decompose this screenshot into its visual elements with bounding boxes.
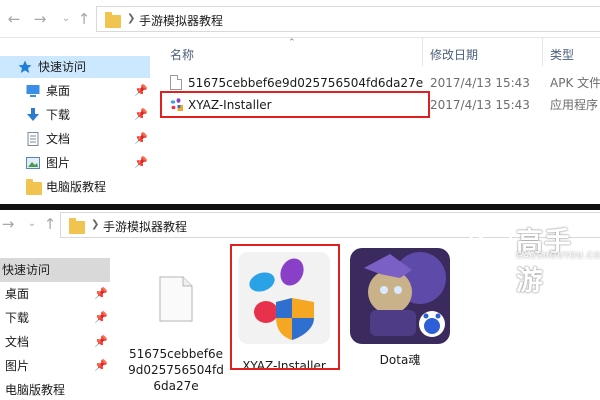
file-tile[interactable]: 51675cebbef6e9d025756504fd6da27e bbox=[128, 248, 224, 400]
file-list: ⌃ 名称 修改日期 类型 51675cebbef6e9d025756504fd6… bbox=[160, 38, 600, 208]
top-explorer-window: ← → ⌄ ↑ ❯ 手游模拟器教程 快速访问 桌面 📌 下载 📌 文档 📌 图片… bbox=[0, 0, 600, 208]
column-divider[interactable] bbox=[542, 38, 543, 66]
address-box[interactable]: ❯ 手游模拟器教程 bbox=[96, 6, 600, 32]
picture-icon bbox=[26, 157, 40, 169]
forward-arrow-icon[interactable]: → bbox=[0, 213, 18, 235]
file-icon bbox=[159, 276, 193, 322]
file-date: 2017/4/13 15:43 bbox=[430, 76, 530, 90]
file-type: 应用程序 bbox=[550, 98, 599, 112]
breadcrumb-item[interactable]: 手游模拟器教程 bbox=[139, 12, 223, 29]
highlight-box bbox=[230, 244, 340, 370]
sidebar-item-documents[interactable]: 文档 📌 bbox=[0, 330, 110, 354]
history-chevron-icon[interactable]: ⌄ bbox=[22, 213, 42, 235]
sidebar-item-pictures[interactable]: 图片 📌 bbox=[0, 152, 150, 174]
game-icon bbox=[350, 248, 450, 344]
file-date: 2017/4/13 15:43 bbox=[430, 98, 530, 112]
sidebar-item-pictures[interactable]: 图片 📌 bbox=[0, 354, 110, 378]
column-header-name[interactable]: 名称 bbox=[170, 46, 194, 63]
file-type: APK 文件 bbox=[550, 76, 600, 90]
download-icon bbox=[27, 108, 39, 121]
forward-arrow-icon[interactable]: → bbox=[30, 8, 50, 30]
pin-icon[interactable]: 📌 bbox=[94, 354, 108, 378]
pin-icon[interactable]: 📌 bbox=[94, 282, 108, 306]
column-divider[interactable] bbox=[422, 38, 423, 66]
up-arrow-icon[interactable]: ↑ bbox=[74, 8, 94, 30]
sidebar-item-pc-tutorials[interactable]: 电脑版教程 bbox=[0, 378, 110, 400]
pin-icon[interactable]: 📌 bbox=[94, 306, 108, 330]
bottom-navigation-pane: 快速访问 桌面 📌 下载 📌 文档 📌 图片 📌 电脑版教程 bbox=[0, 256, 110, 400]
back-arrow-icon[interactable]: ← bbox=[4, 8, 24, 30]
logo-icon bbox=[470, 220, 512, 262]
up-arrow-icon[interactable]: ↑ bbox=[40, 213, 60, 235]
breadcrumb-item[interactable]: 手游模拟器教程 bbox=[103, 218, 187, 235]
sidebar-item-desktop[interactable]: 桌面 📌 bbox=[0, 80, 150, 102]
folder-icon bbox=[69, 218, 85, 234]
file-tile[interactable]: Dota魂 bbox=[346, 248, 454, 398]
column-header-date[interactable]: 修改日期 bbox=[430, 46, 478, 63]
sidebar-item-downloads[interactable]: 下载 📌 bbox=[0, 104, 150, 126]
tile-label: Dota魂 bbox=[379, 353, 421, 367]
pin-icon[interactable]: 📌 bbox=[134, 128, 148, 150]
tile-label: 51675cebbef6e9d025756504fd6da27e bbox=[128, 347, 224, 393]
bottom-explorer-window: → ⌄ ↑ ❯ 手游模拟器教程 高手游 GAOSHOUYOU.COM 快速访问 … bbox=[0, 210, 600, 400]
sidebar-item-downloads[interactable]: 下载 📌 bbox=[0, 306, 110, 330]
pin-icon[interactable]: 📌 bbox=[94, 330, 108, 354]
desktop-icon bbox=[26, 85, 40, 97]
folder-icon bbox=[26, 179, 42, 195]
star-icon bbox=[18, 60, 32, 73]
top-address-bar: ← → ⌄ ↑ ❯ 手游模拟器教程 bbox=[0, 0, 600, 38]
top-navigation-pane: 快速访问 桌面 📌 下载 📌 文档 📌 图片 📌 电脑版教程 bbox=[0, 38, 150, 208]
pin-icon[interactable]: 📌 bbox=[134, 104, 148, 126]
pin-icon[interactable]: 📌 bbox=[134, 80, 148, 102]
sort-ascending-icon: ⌃ bbox=[288, 38, 296, 48]
sidebar-item-documents[interactable]: 文档 📌 bbox=[0, 128, 150, 150]
column-header-type[interactable]: 类型 bbox=[550, 46, 574, 63]
breadcrumb-separator-icon: ❯ bbox=[91, 219, 100, 230]
pin-icon[interactable]: 📌 bbox=[134, 152, 148, 174]
sidebar-item-pc-tutorials[interactable]: 电脑版教程 bbox=[0, 176, 150, 198]
highlight-box bbox=[160, 91, 430, 118]
file-icon bbox=[170, 75, 182, 90]
sidebar-item-quick-access[interactable]: 快速访问 bbox=[0, 258, 110, 282]
breadcrumb-separator-icon: ❯ bbox=[127, 13, 136, 24]
sidebar-item-quick-access[interactable]: 快速访问 bbox=[0, 56, 150, 78]
document-icon bbox=[27, 132, 39, 146]
folder-icon bbox=[105, 12, 121, 28]
watermark-logo: 高手游 GAOSHOUYOU.COM bbox=[464, 216, 600, 297]
sidebar-item-desktop[interactable]: 桌面 📌 bbox=[0, 282, 110, 306]
history-chevron-icon[interactable]: ⌄ bbox=[56, 8, 76, 30]
